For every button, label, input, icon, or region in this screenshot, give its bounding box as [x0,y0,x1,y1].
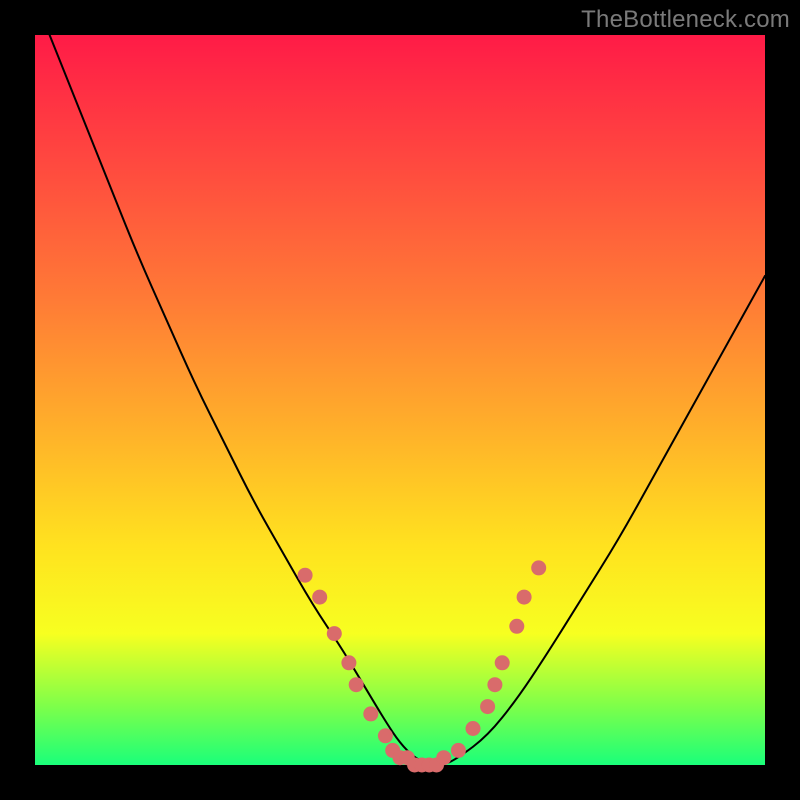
watermark-text: TheBottleneck.com [581,6,790,34]
sample-dot [451,743,466,758]
chart-frame: TheBottleneck.com [0,0,800,800]
sample-dot [298,568,313,583]
sample-dots [298,560,547,772]
sample-dot [349,677,364,692]
sample-dot [495,655,510,670]
sample-dot [436,750,451,765]
sample-dot [517,590,532,605]
sample-dot [531,560,546,575]
chart-overlay [35,35,765,765]
bottleneck-curve [50,35,765,765]
sample-dot [487,677,502,692]
sample-dot [480,699,495,714]
sample-dot [327,626,342,641]
sample-dot [466,721,481,736]
sample-dot [378,728,393,743]
sample-dot [312,590,327,605]
sample-dot [341,655,356,670]
sample-dot [509,619,524,634]
sample-dot [363,706,378,721]
